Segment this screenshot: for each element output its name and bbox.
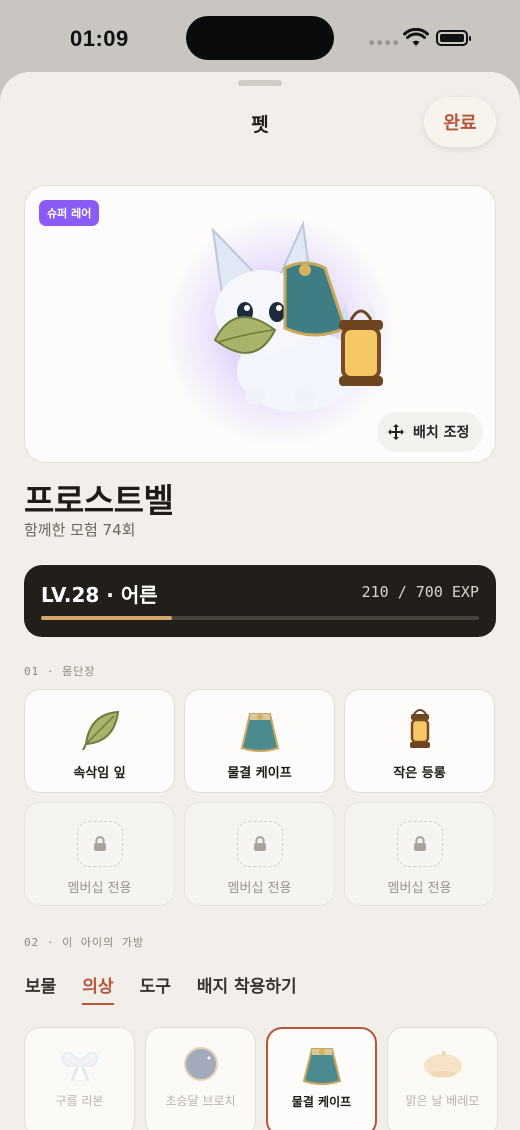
beret-icon: [423, 1051, 462, 1078]
sheet-grabber[interactable]: [238, 80, 282, 86]
inventory-item-beret[interactable]: 맑은 날 베레모: [387, 1027, 498, 1130]
lock-frame: [76, 821, 123, 867]
cape-icon: [240, 713, 279, 752]
equip-slot-label: 작은 등롱: [393, 766, 446, 781]
inventory-list: 구름 리본 초승달 브로치 물결 케이프 맑은 날 베레모: [24, 1027, 498, 1130]
equip-slot-label: 속삭임 잎: [73, 766, 126, 781]
exp-text: 210 / 700 EXP: [361, 583, 479, 601]
lock-icon: [253, 836, 266, 851]
equip-slot-label: 멤버십 전용: [227, 881, 292, 896]
equip-slot-label: 물결 케이프: [227, 766, 292, 781]
section-label-bag: 02 · 이 아이의 가방: [24, 936, 145, 949]
tab-badge[interactable]: 배지 착용하기: [197, 972, 297, 1005]
lock-icon: [93, 836, 106, 851]
section-label-equip: 01 · 몸단장: [24, 665, 96, 678]
pet-illustration: [211, 220, 383, 412]
cape-icon: [302, 1048, 341, 1085]
tab-tools[interactable]: 도구: [140, 972, 171, 1005]
exp-progress-fill: [41, 616, 173, 620]
lantern-icon: [409, 709, 430, 748]
move-arrows-icon: [388, 424, 404, 440]
rarity-badge: 슈퍼 레어: [39, 200, 100, 226]
adjust-placement-label: 배치 조정: [413, 425, 470, 441]
tab-treasure[interactable]: 보물: [25, 972, 56, 1005]
equip-slot-locked[interactable]: 멤버십 전용: [344, 802, 495, 906]
equip-grid: 속삭임 잎 물결 케이프 작은 등롱 멤버십 전용 멤버십 전용 멤버십 전용: [24, 689, 496, 906]
inventory-item-cape[interactable]: 물결 케이프: [266, 1027, 377, 1130]
inventory-item-label: 초승달 브로치: [165, 1094, 236, 1108]
inventory-item-label: 구름 리본: [55, 1094, 104, 1108]
equip-slot-locked[interactable]: 멤버십 전용: [184, 802, 335, 906]
bag-tabs: 보물 의상 도구 배지 착용하기: [25, 972, 297, 1005]
level-label: LV.28 · 어른: [41, 583, 158, 607]
cellular-signal-icon: [369, 40, 398, 45]
equip-slot-leaf[interactable]: 속삭임 잎: [24, 689, 175, 793]
inventory-item-ribbon[interactable]: 구름 리본: [24, 1027, 135, 1130]
adventure-count: 함께한 모험 74회: [24, 521, 136, 539]
inventory-item-label: 물결 케이프: [291, 1095, 352, 1109]
dynamic-island: [186, 16, 334, 60]
leaf-icon: [81, 710, 119, 751]
done-button[interactable]: 완료: [424, 97, 496, 147]
lock-frame: [236, 821, 283, 867]
adjust-placement-button[interactable]: 배치 조정: [377, 412, 484, 452]
equip-slot-locked[interactable]: 멤버십 전용: [24, 802, 175, 906]
inventory-item-label: 맑은 날 베레모: [405, 1094, 480, 1108]
ribbon-icon: [60, 1052, 99, 1082]
lock-icon: [413, 836, 426, 851]
pet-preview-card: 슈퍼 레어 배치 조정: [24, 185, 496, 463]
moon-brooch-icon: [183, 1047, 218, 1081]
pet-name: 프로스트벨: [24, 481, 174, 520]
tab-outfit[interactable]: 의상: [82, 972, 114, 1005]
battery-icon: [436, 30, 471, 46]
equip-slot-label: 멤버십 전용: [67, 881, 132, 896]
inventory-item-moon-brooch[interactable]: 초승달 브로치: [145, 1027, 256, 1130]
equip-slot-lantern[interactable]: 작은 등롱: [344, 689, 495, 793]
pet-sheet: 펫 완료 슈퍼 레어 배치 조정 프로스트벨 함께한 모험 74회 LV.28 …: [0, 72, 520, 1130]
status-time: 01:09: [70, 26, 129, 51]
wifi-icon: [403, 28, 429, 46]
exp-progress-track: [41, 616, 479, 620]
equip-slot-label: 멤버십 전용: [387, 881, 452, 896]
level-card: LV.28 · 어른 210 / 700 EXP: [24, 565, 496, 637]
lock-frame: [396, 821, 443, 867]
equip-slot-cape[interactable]: 물결 케이프: [184, 689, 335, 793]
